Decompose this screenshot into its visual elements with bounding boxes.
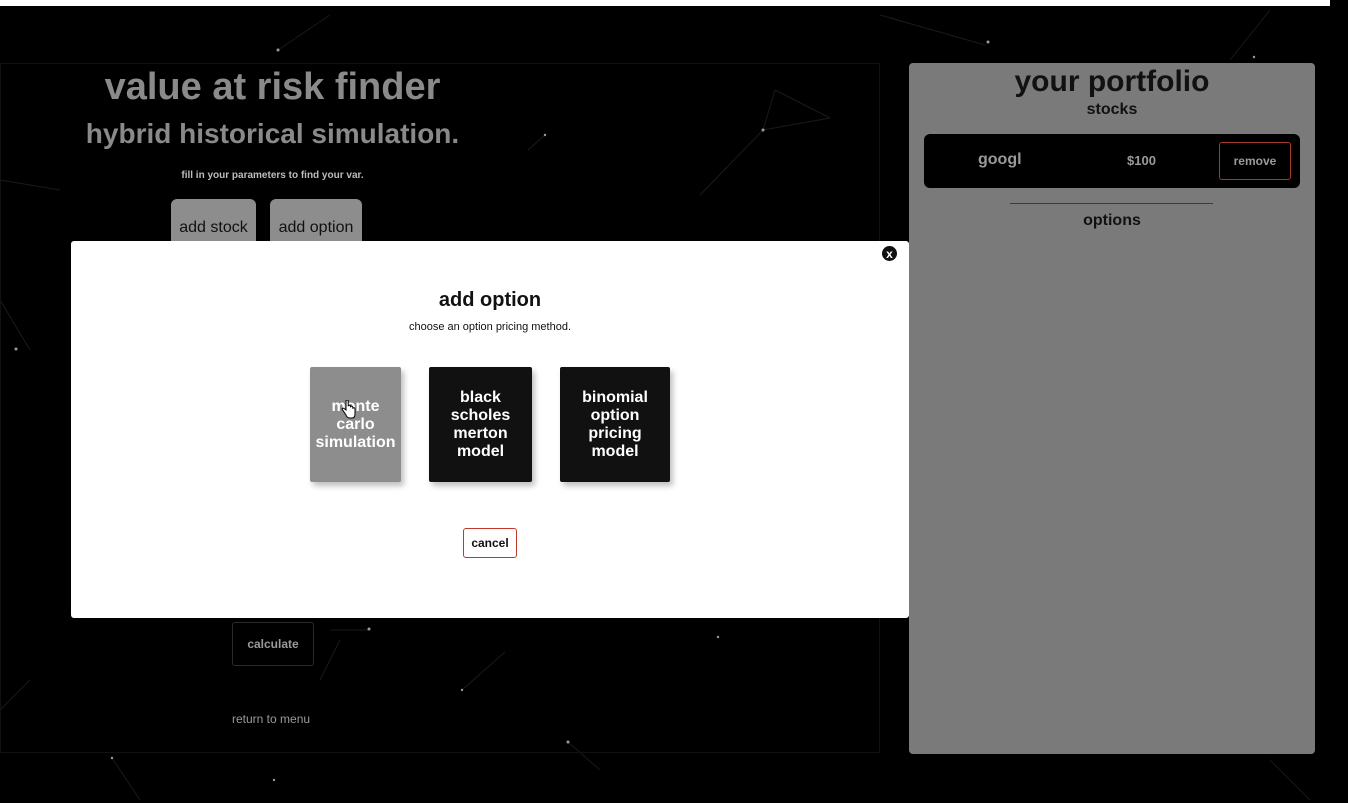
modal-title: add option: [438, 289, 542, 311]
method-label: black scholes merton model: [450, 388, 511, 460]
calculate-button[interactable]: calculate: [232, 622, 314, 666]
options-heading: options: [1083, 212, 1141, 229]
page-subtitle: hybrid historical simulation.: [85, 118, 460, 149]
binomial-model-button[interactable]: binomial option pricing model: [560, 367, 670, 482]
portfolio-panel: your portfolio stocks googl $100 remove …: [909, 63, 1315, 754]
close-icon[interactable]: x: [880, 244, 899, 263]
portfolio-title: your portfolio: [1014, 65, 1210, 98]
add-option-modal: add option choose an option pricing meth…: [71, 241, 909, 618]
modal-subtitle: choose an option pricing method.: [408, 321, 572, 333]
divider: [1010, 203, 1213, 204]
return-to-menu-link[interactable]: return to menu: [232, 712, 310, 726]
stock-row: googl $100 remove: [924, 134, 1300, 188]
add-option-button[interactable]: add option: [270, 199, 362, 241]
stock-ticker: googl: [978, 151, 1022, 168]
stocks-heading: stocks: [1086, 101, 1138, 118]
hand-pointer-icon: [341, 400, 356, 419]
add-stock-button[interactable]: add stock: [171, 199, 256, 241]
stock-value: $100: [1127, 153, 1156, 168]
remove-stock-button[interactable]: remove: [1219, 142, 1291, 180]
cancel-button[interactable]: cancel: [463, 528, 517, 558]
instructions-text: fill in your parameters to find your var…: [181, 170, 364, 181]
black-scholes-button[interactable]: black scholes merton model: [429, 367, 532, 482]
method-label: binomial option pricing model: [582, 388, 648, 460]
monte-carlo-button[interactable]: monte carlo simulation: [310, 367, 401, 482]
page-title: value at risk finder: [104, 66, 441, 108]
